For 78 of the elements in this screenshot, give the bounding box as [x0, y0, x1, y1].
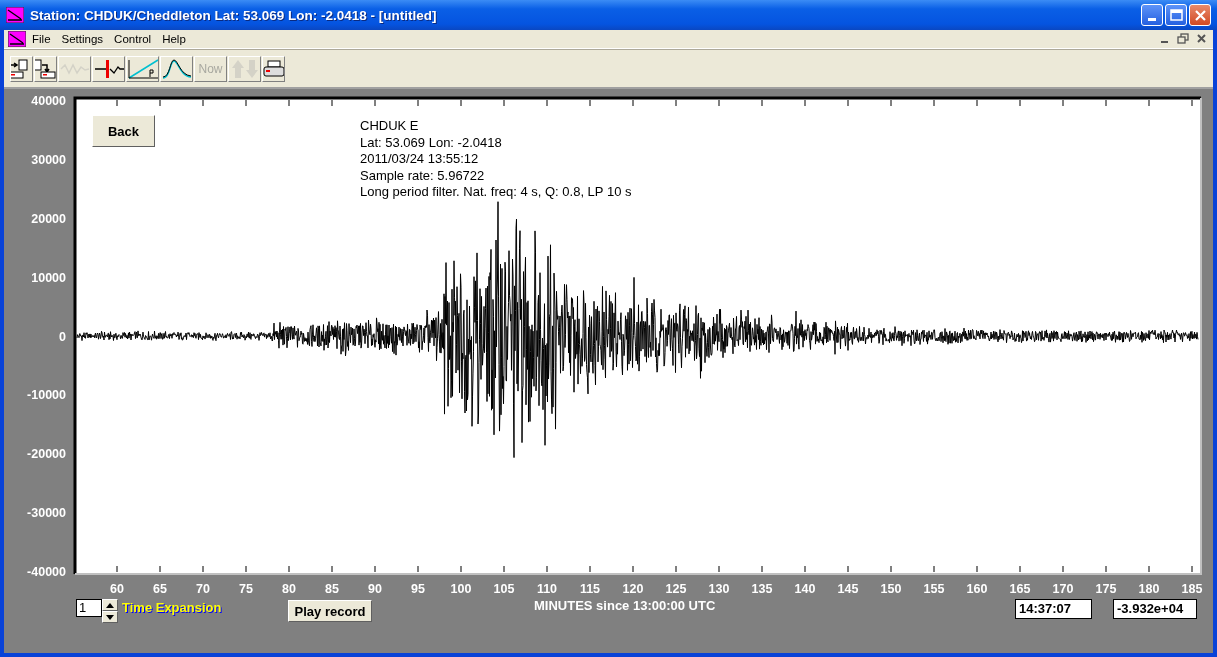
up-down-arrows-icon	[229, 58, 260, 79]
minimize-icon	[1148, 17, 1156, 21]
info-text: Sample rate: 5.96722	[360, 167, 485, 183]
x-tick-label: 90	[368, 582, 382, 596]
x-tick-label: 85	[325, 582, 339, 596]
restore-button[interactable]	[1174, 31, 1192, 47]
x-tick-label: 60	[110, 582, 124, 596]
y-tick-label: 20000	[31, 211, 66, 226]
menu-item[interactable]: Help	[156, 33, 191, 45]
x-tick-label: 160	[966, 582, 988, 596]
back-button[interactable]: Back	[92, 115, 155, 147]
x-tick-label: 165	[1009, 582, 1031, 596]
close-icon	[1195, 33, 1209, 45]
y-tick-label: -40000	[27, 565, 66, 579]
time-expansion-label: Time Expansion	[122, 600, 222, 615]
peak-curve-icon	[161, 58, 192, 79]
up-caret-icon	[106, 602, 114, 608]
x-tick-label: 155	[923, 582, 945, 596]
x-tick-label: 140	[794, 582, 816, 596]
y-tick-label: 30000	[31, 152, 66, 167]
x-tick-label: 175	[1095, 582, 1117, 596]
printer-icon	[263, 58, 284, 79]
x-tick-label: 80	[282, 582, 296, 596]
y-tick-label: -30000	[27, 506, 66, 521]
restore-icon	[1176, 33, 1190, 45]
x-tick-label: 180	[1138, 582, 1160, 596]
info-text: 2011/03/24 13:55:12	[360, 151, 479, 166]
x-tick-label: 130	[708, 582, 730, 596]
x-axis-label: MINUTES since 13:00:00 UTC	[534, 598, 716, 613]
menu-item[interactable]: Control	[108, 33, 157, 45]
wave-marker-icon	[93, 58, 124, 79]
minimize-button[interactable]	[1141, 4, 1163, 26]
minimize-icon	[1160, 41, 1168, 43]
x-tick-label: 75	[239, 582, 253, 596]
x-tick-label: 170	[1052, 582, 1074, 596]
info-text: Long period filter. Nat. freq: 4 s, Q: 0.8, LP 10 s	[360, 184, 632, 199]
menu-item[interactable]: Settings	[55, 33, 109, 45]
x-tick-label: 65	[153, 582, 167, 596]
ramp-graph-icon	[127, 58, 158, 79]
document-arrow-icon	[35, 58, 56, 79]
time-field: 14:37:07	[1015, 599, 1092, 619]
x-tick-label: 100	[450, 582, 472, 596]
marker-button[interactable]	[92, 55, 125, 82]
x-tick-label: 125	[665, 582, 687, 596]
info-text: Lat: 53.069 Lon: -2.0418	[360, 134, 502, 150]
app-icon	[6, 7, 24, 23]
y-tick-label: 40000	[31, 94, 66, 108]
menu-item[interactable]: File	[26, 33, 56, 45]
x-tick-label: 185	[1181, 582, 1203, 596]
x-tick-label: 120	[622, 582, 644, 596]
y-tick-label: -20000	[27, 447, 66, 462]
x-tick-label: 95	[411, 582, 425, 596]
down-caret-icon	[106, 614, 114, 620]
close-button[interactable]	[1189, 4, 1211, 26]
expansion-input[interactable]: 1	[76, 599, 102, 617]
y-tick-label: 10000	[31, 270, 66, 285]
x-tick-label: 150	[880, 582, 902, 596]
maximize-button[interactable]	[1165, 4, 1187, 26]
window-title: Station: CHDUK/Cheddleton Lat: 53.069 Lon: -2.0418 - [untitled]	[30, 7, 438, 23]
x-tick-label: 145	[837, 582, 859, 596]
save-doc-button[interactable]	[34, 55, 57, 82]
play-record-button[interactable]: Play record	[288, 600, 372, 622]
value-field: -3.932e+04	[1113, 599, 1197, 619]
down-arrow-button[interactable]	[102, 611, 118, 623]
app-icon[interactable]	[8, 31, 26, 47]
info-text: CHDUK E	[360, 118, 419, 133]
open-doc-button[interactable]	[10, 55, 33, 82]
x-tick-label: 135	[751, 582, 773, 596]
x-tick-label: 115	[579, 582, 601, 596]
x-tick-label: 110	[536, 582, 558, 596]
x-tick-label: 105	[493, 582, 515, 596]
up-arrow-button[interactable]	[102, 599, 118, 611]
y-tick-label: -10000	[27, 388, 66, 403]
ramp-button[interactable]	[126, 55, 159, 82]
y-tick-label: 0	[59, 329, 66, 344]
peak-button[interactable]	[160, 55, 193, 82]
print-button[interactable]	[262, 55, 285, 82]
x-tick-label: 70	[196, 582, 210, 596]
